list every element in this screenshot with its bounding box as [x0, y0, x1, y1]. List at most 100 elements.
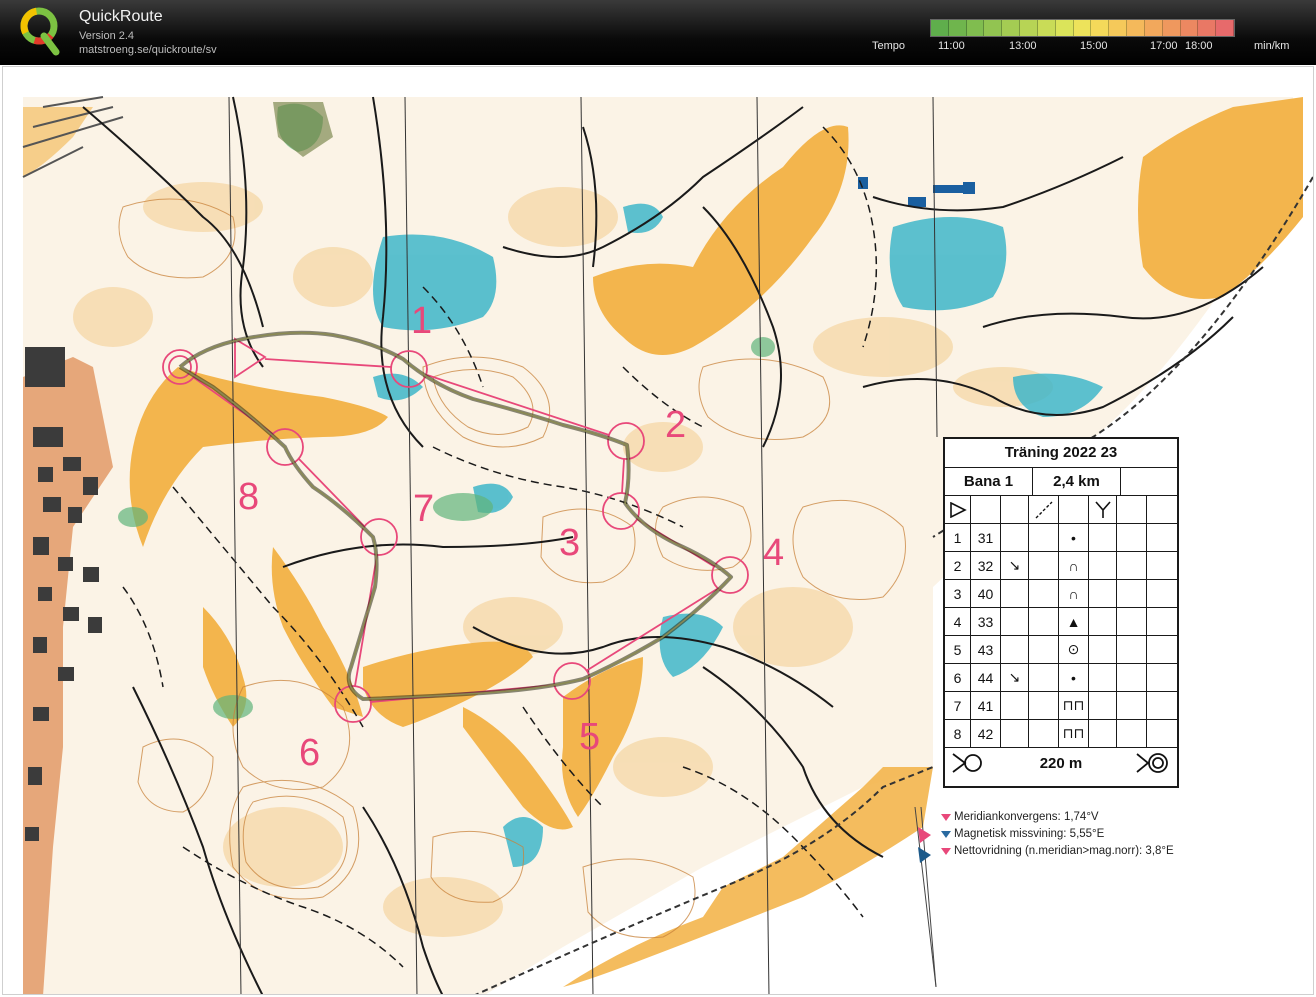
- control-number-6: 6: [299, 732, 320, 774]
- feature-col-f: [1117, 692, 1147, 719]
- control-num: 1: [945, 524, 971, 551]
- feature-col-c: [1029, 664, 1059, 691]
- tempo-color-cell: [1073, 20, 1092, 36]
- finish-row: 220 m: [945, 747, 1177, 778]
- feature-col-f: [1117, 720, 1147, 747]
- tempo-color-cell: [1127, 20, 1145, 36]
- control-code: 41: [971, 692, 1001, 719]
- control-number-2: 2: [665, 404, 686, 446]
- control-code: 31: [971, 524, 1001, 551]
- feature-col-g: [1147, 664, 1177, 691]
- control-feature-symbol: •: [1059, 664, 1089, 691]
- feature-col-g: [1147, 692, 1177, 719]
- declination-line: Meridiankonvergens: 1,74°V: [941, 809, 1174, 826]
- control-description-sheet: Träning 2022 23 Bana 1 2,4 km 1 31 • 2 32 ↘ ∩ 3…: [943, 437, 1179, 788]
- control-number-5: 5: [579, 716, 600, 758]
- finish-distance: 220 m: [1039, 754, 1083, 772]
- feature-col-e: [1089, 664, 1117, 691]
- tempo-color-cell: [1020, 20, 1038, 36]
- tempo-color-scale: [930, 19, 1235, 37]
- course-row: Bana 1 2,4 km: [945, 468, 1177, 496]
- navigate-to-finish-icon: [952, 753, 982, 773]
- control-direction: [1001, 692, 1029, 719]
- feature-col-f: [1117, 664, 1147, 691]
- app-header: QuickRoute Version 2.4 matstroeng.se/qui…: [0, 0, 1316, 65]
- feature-col-f: [1117, 636, 1147, 663]
- feature-col-c: [1029, 692, 1059, 719]
- control-direction: ↘: [1001, 552, 1029, 579]
- control-num: 7: [945, 692, 971, 719]
- tempo-color-cell: [931, 20, 949, 36]
- control-direction: [1001, 636, 1029, 663]
- tempo-tick: 15:00: [1080, 40, 1108, 52]
- feature-col-g: [1147, 720, 1177, 747]
- control-feature-symbol: ⊙: [1059, 636, 1089, 663]
- control-feature-symbol: ⊓⊓: [1059, 720, 1089, 747]
- crossing-symbol-icon: [1029, 496, 1059, 523]
- feature-col-c: [1029, 636, 1059, 663]
- feature-col-c: [1029, 552, 1059, 579]
- pink-triangle-icon: [941, 848, 951, 855]
- tempo-color-cell: [984, 20, 1003, 36]
- control-row: 6 44 ↘ •: [945, 664, 1177, 692]
- feature-col-g: [1147, 524, 1177, 551]
- quickroute-logo-icon: [20, 7, 60, 56]
- feature-col-e: [1089, 636, 1117, 663]
- blue-triangle-icon: [941, 831, 951, 838]
- control-direction: ↘: [1001, 664, 1029, 691]
- control-code: 44: [971, 664, 1001, 691]
- feature-col-c: [1029, 720, 1059, 747]
- app-url[interactable]: matstroeng.se/quickroute/sv: [79, 44, 217, 56]
- feature-col-e: [1089, 720, 1117, 747]
- control-row: 8 42 ⊓⊓: [945, 720, 1177, 747]
- tempo-tick: 17:00: [1150, 40, 1178, 52]
- tempo-color-cell: [1144, 20, 1163, 36]
- tempo-tick: 18:00: [1185, 40, 1213, 52]
- feature-col-g: [1147, 552, 1177, 579]
- control-direction: [1001, 608, 1029, 635]
- control-row: 5 43 ⊙: [945, 636, 1177, 664]
- feature-col-e: [1089, 580, 1117, 607]
- course-length: 2,4 km: [1033, 468, 1121, 495]
- control-direction: [1001, 720, 1029, 747]
- control-num: 3: [945, 580, 971, 607]
- finish-symbol-icon: [1136, 753, 1168, 773]
- start-symbol-icon: [945, 496, 971, 523]
- control-num: 6: [945, 664, 971, 691]
- tempo-color-cell: [1109, 20, 1128, 36]
- feature-col-c: [1029, 524, 1059, 551]
- tempo-color-cell: [1162, 20, 1181, 36]
- control-feature-symbol: •: [1059, 524, 1089, 551]
- control-direction: [1001, 580, 1029, 607]
- course-name: Bana 1: [945, 468, 1033, 495]
- control-num: 8: [945, 720, 971, 747]
- control-code: 33: [971, 608, 1001, 635]
- tempo-color-cell: [1037, 20, 1056, 36]
- feature-col-f: [1117, 608, 1147, 635]
- feature-col-e: [1089, 608, 1117, 635]
- control-code: 43: [971, 636, 1001, 663]
- feature-col-c: [1029, 608, 1059, 635]
- control-row: 3 40 ∩: [945, 580, 1177, 608]
- control-number-1: 1: [411, 300, 432, 342]
- control-code: 42: [971, 720, 1001, 747]
- feature-col-g: [1147, 608, 1177, 635]
- pink-triangle-icon: [941, 814, 951, 821]
- orienteering-map[interactable]: 1 2 3 4 5 6 7 8 Träning 2022 23 Bana 1 2…: [2, 66, 1314, 995]
- feature-col-e: [1089, 552, 1117, 579]
- control-feature-symbol: ∩: [1059, 552, 1089, 579]
- declination-info: Meridiankonvergens: 1,74°V Magnetisk mis…: [941, 809, 1174, 860]
- feature-col-f: [1117, 524, 1147, 551]
- declination-line: Magnetisk missvining: 5,55°E: [941, 826, 1174, 843]
- tempo-unit: min/km: [1254, 40, 1290, 52]
- control-num: 4: [945, 608, 971, 635]
- feature-col-e: [1089, 692, 1117, 719]
- tempo-color-cell: [1002, 20, 1021, 36]
- declination-line: Nettovridning (n.meridian>mag.norr): 3,8…: [941, 843, 1174, 860]
- tempo-color-cell: [1091, 20, 1110, 36]
- control-number-7: 7: [413, 488, 434, 530]
- tempo-label: Tempo: [872, 40, 906, 52]
- control-number-4: 4: [763, 532, 784, 574]
- tempo-tick: 11:00: [938, 40, 965, 52]
- control-rows: 1 31 • 2 32 ↘ ∩ 3 40 ∩ 4 33 ▲ 5 43 ⊙ 6 44 ↘ • 7 41 ⊓⊓ 8 42 ⊓⊓: [945, 524, 1177, 747]
